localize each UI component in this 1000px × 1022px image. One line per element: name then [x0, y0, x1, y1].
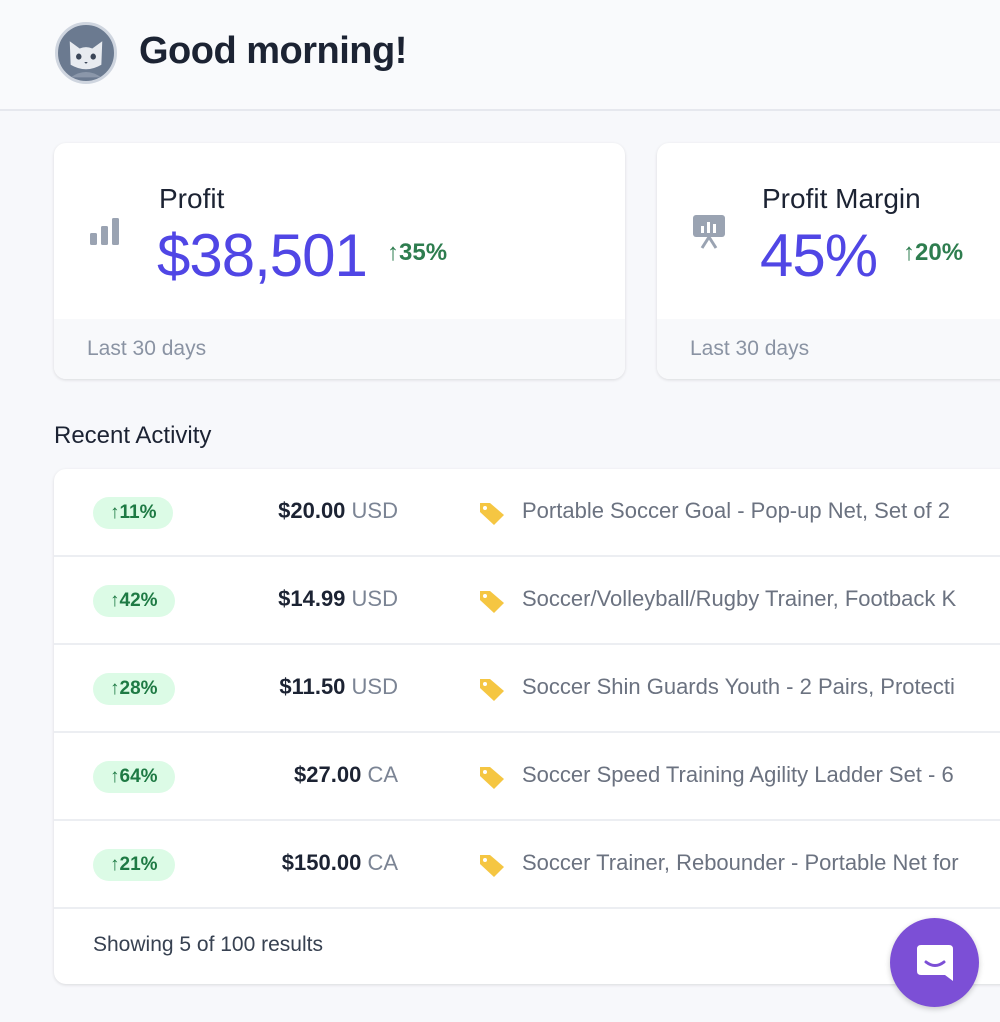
recent-activity-table: ↑11% $20.00 USD Portable Soccer Goal - P…: [54, 469, 1000, 984]
currency-code: USD: [351, 498, 398, 523]
profit-card: Profit $38,501 ↑35% Last 30 days: [54, 143, 625, 379]
amount: $20.00 USD: [278, 498, 398, 524]
stat-period: Last 30 days: [657, 319, 1000, 379]
amount: $150.00 CA: [282, 850, 398, 876]
tag-icon: [480, 503, 504, 525]
bar-chart-icon: [90, 218, 119, 245]
amount-value: $27.00: [294, 762, 362, 787]
page-header: Good morning!: [0, 0, 1000, 111]
stat-label: Profit: [159, 183, 225, 214]
tag-icon: [480, 767, 504, 789]
stat-label: Profit Margin: [762, 183, 921, 214]
results-count: Showing 5 of 100 results: [93, 933, 323, 956]
stat-change: ↑20%: [903, 239, 964, 266]
amount: $14.99 USD: [278, 586, 398, 612]
table-row[interactable]: ↑42% $14.99 USD Soccer/Volleyball/Rugby …: [54, 557, 1000, 645]
table-row[interactable]: ↑28% $11.50 USD Soccer Shin Guards Youth…: [54, 645, 1000, 733]
chat-button[interactable]: [890, 918, 979, 1007]
tag-icon: [480, 855, 504, 877]
product-description: Soccer Shin Guards Youth - 2 Pairs, Prot…: [522, 674, 955, 699]
table-row[interactable]: ↑64% $27.00 CA Soccer Speed Training Agi…: [54, 733, 1000, 821]
amount-value: $14.99: [278, 586, 346, 611]
currency-code: USD: [351, 586, 398, 611]
recent-activity-title: Recent Activity: [54, 422, 212, 449]
greeting-title: Good morning!: [139, 30, 407, 72]
tag-icon: [480, 679, 504, 701]
product-description: Soccer Speed Training Agility Ladder Set…: [522, 762, 954, 787]
stat-value: 45%: [760, 222, 878, 289]
amount: $27.00 CA: [294, 762, 398, 788]
stat-change: ↑35%: [387, 239, 448, 266]
stat-value: $38,501: [157, 222, 368, 289]
change-badge: ↑11%: [93, 497, 174, 529]
tag-icon: [480, 591, 504, 613]
amount: $11.50 USD: [279, 674, 398, 700]
profit-margin-card: Profit Margin 45% ↑20% Last 30 days: [657, 143, 1000, 379]
amount-value: $20.00: [278, 498, 346, 523]
amount-value: $150.00: [281, 850, 362, 875]
product-description: Soccer Trainer, Rebounder - Portable Net…: [522, 850, 959, 875]
currency-code: USD: [351, 674, 398, 699]
stat-period: Last 30 days: [54, 319, 625, 379]
change-badge: ↑42%: [93, 585, 175, 617]
change-badge: ↑28%: [93, 673, 175, 705]
cat-avatar-icon[interactable]: [55, 22, 117, 84]
currency-code: CA: [367, 762, 398, 787]
amount-value: $11.50: [279, 674, 346, 699]
change-badge: ↑64%: [93, 761, 175, 793]
table-row[interactable]: ↑11% $20.00 USD Portable Soccer Goal - P…: [54, 469, 1000, 557]
chat-icon: [917, 945, 953, 981]
product-description: Portable Soccer Goal - Pop-up Net, Set o…: [522, 498, 951, 523]
product-description: Soccer/Volleyball/Rugby Trainer, Footbac…: [522, 586, 957, 611]
presentation-chart-icon: [693, 215, 725, 249]
currency-code: CA: [367, 850, 398, 875]
change-badge: ↑21%: [93, 849, 175, 881]
table-row[interactable]: ↑21% $150.00 CA Soccer Trainer, Rebounde…: [54, 821, 1000, 909]
